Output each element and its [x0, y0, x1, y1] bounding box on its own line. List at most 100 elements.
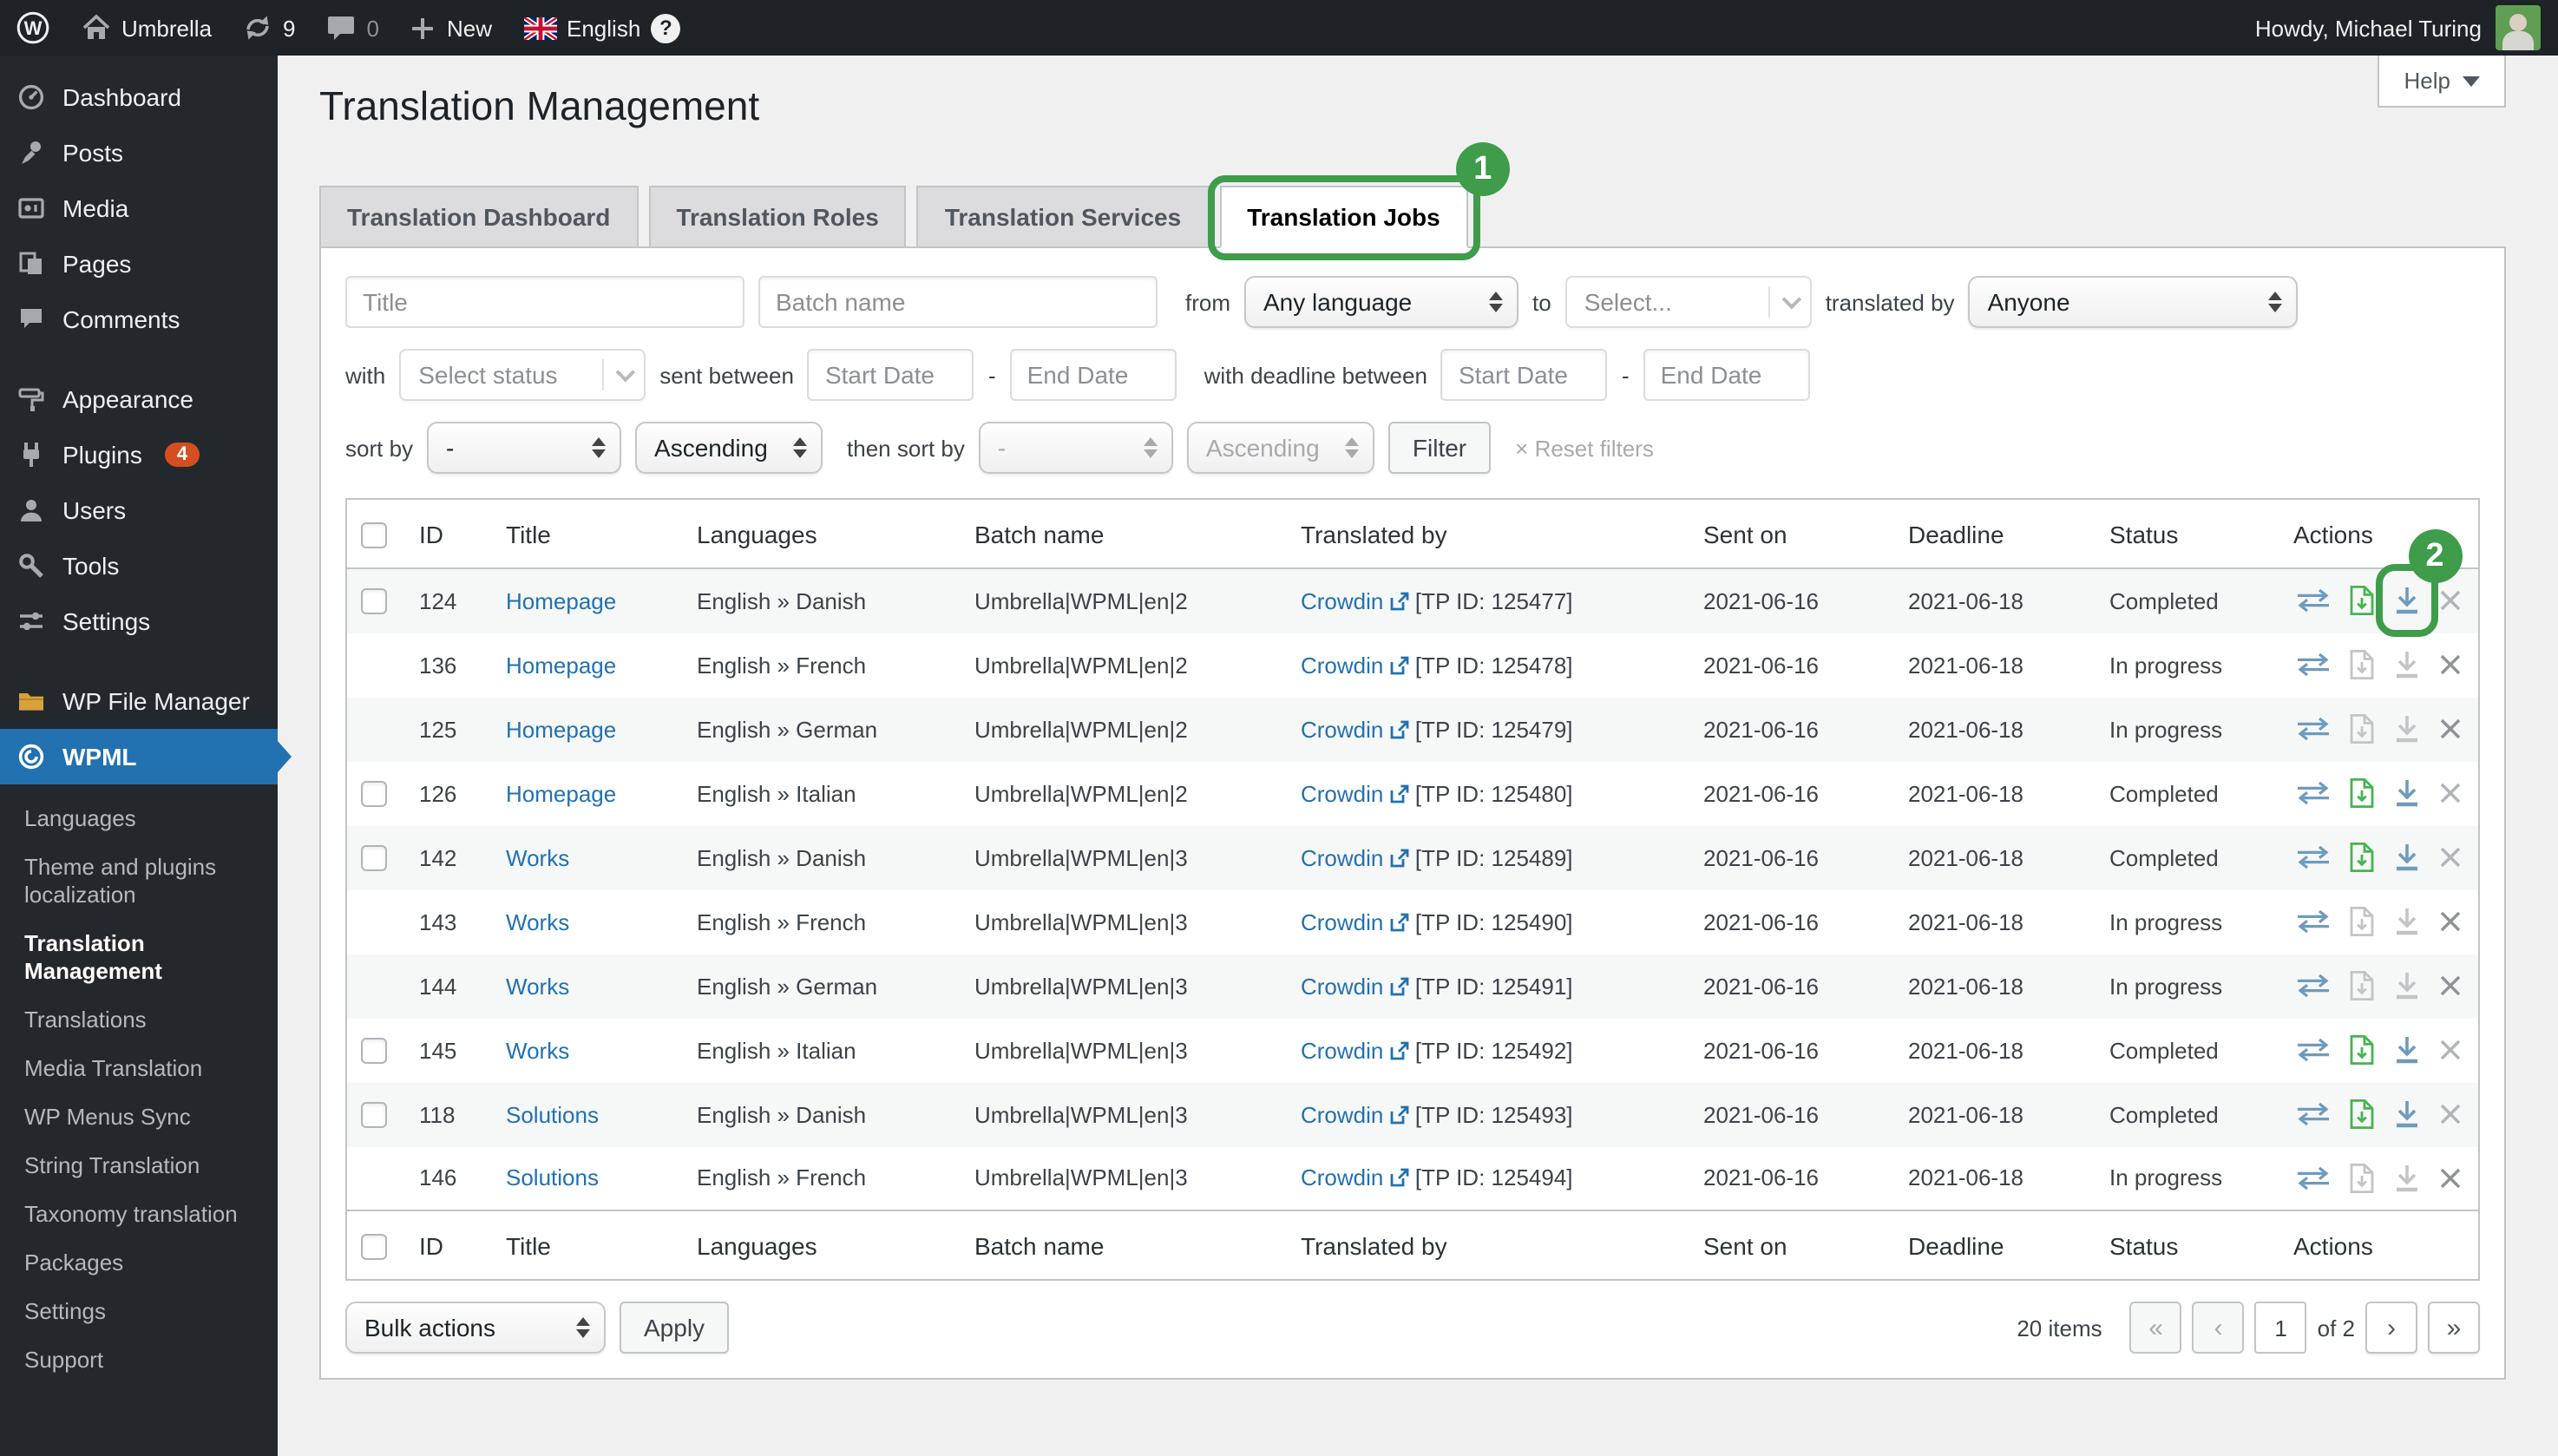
then-sort-by-select[interactable]: -	[979, 422, 1173, 474]
sidebar-item-users[interactable]: Users	[0, 482, 278, 538]
wordpress-logo-menu[interactable]: W	[0, 0, 66, 56]
download-xliff-icon[interactable]	[2347, 836, 2375, 878]
sidebar-item-settings[interactable]: Settings	[0, 594, 278, 649]
download-xliff-icon[interactable]	[2347, 965, 2375, 1007]
download-translation-icon[interactable]: 2	[2391, 580, 2422, 622]
tab-translation-jobs[interactable]: Translation Jobs	[1219, 186, 1468, 248]
submenu-settings[interactable]: Settings	[0, 1288, 278, 1336]
col-header-batch-name[interactable]: Batch name	[961, 499, 1287, 568]
updates-menu[interactable]: 9	[227, 0, 311, 56]
col-header-status[interactable]: Status	[2096, 499, 2279, 568]
sync-status-icon[interactable]	[2293, 1093, 2332, 1135]
download-xliff-icon[interactable]	[2347, 772, 2375, 814]
then-sort-order-select[interactable]: Ascending	[1187, 422, 1374, 474]
translator-link[interactable]: Crowdin	[1301, 652, 1383, 678]
cancel-job-icon[interactable]	[2437, 1158, 2464, 1199]
prev-page-button[interactable]: ‹	[2193, 1302, 2245, 1354]
translator-link[interactable]: Crowdin	[1301, 588, 1383, 614]
sync-status-icon[interactable]	[2293, 772, 2332, 814]
current-page-input[interactable]	[2255, 1302, 2307, 1354]
col-header-sent-on[interactable]: Sent on	[1689, 499, 1894, 568]
sidebar-item-pages[interactable]: Pages	[0, 236, 278, 292]
job-title-link[interactable]: Works	[506, 973, 569, 999]
sort-by-select[interactable]: -	[427, 422, 621, 474]
tab-translation-roles[interactable]: Translation Roles	[648, 186, 906, 248]
sort-order-select[interactable]: Ascending	[635, 422, 823, 474]
col-header-languages[interactable]: Languages	[683, 499, 961, 568]
cancel-job-icon[interactable]	[2437, 1093, 2464, 1135]
sync-status-icon[interactable]	[2293, 836, 2332, 878]
language-switcher-menu[interactable]: English ?	[508, 0, 696, 56]
download-xliff-icon[interactable]	[2347, 708, 2375, 750]
translator-link[interactable]: Crowdin	[1301, 1037, 1383, 1063]
job-title-link[interactable]: Homepage	[506, 652, 616, 678]
first-page-button[interactable]: «	[2130, 1302, 2182, 1354]
submenu-translations[interactable]: Translations	[0, 996, 278, 1045]
sidebar-item-plugins[interactable]: Plugins 4	[0, 427, 278, 482]
submenu-theme-plugins-localization[interactable]: Theme and plugins localization	[0, 843, 278, 920]
select-all-checkbox[interactable]	[361, 522, 387, 548]
translator-link[interactable]: Crowdin	[1301, 1165, 1383, 1191]
status-select[interactable]: Select status	[399, 349, 646, 401]
col-header-deadline[interactable]: Deadline	[1894, 499, 2096, 568]
sync-status-icon[interactable]	[2293, 580, 2332, 622]
row-checkbox[interactable]	[361, 1038, 387, 1064]
download-translation-icon[interactable]	[2391, 836, 2422, 878]
row-checkbox[interactable]	[361, 589, 387, 615]
sync-status-icon[interactable]	[2293, 1029, 2332, 1071]
cancel-job-icon[interactable]	[2437, 836, 2464, 878]
submenu-languages[interactable]: Languages	[0, 795, 278, 843]
translator-link[interactable]: Crowdin	[1301, 716, 1383, 742]
tab-translation-dashboard[interactable]: Translation Dashboard	[319, 186, 638, 248]
translated-by-select[interactable]: Anyone	[1969, 276, 2299, 328]
download-translation-icon[interactable]	[2391, 965, 2422, 1007]
last-page-button[interactable]: »	[2428, 1302, 2480, 1354]
new-content-menu[interactable]: New	[395, 0, 508, 56]
download-translation-icon[interactable]	[2391, 1029, 2422, 1071]
select-all-checkbox-bottom[interactable]	[361, 1234, 387, 1260]
submenu-support[interactable]: Support	[0, 1336, 278, 1385]
download-translation-icon[interactable]	[2391, 772, 2422, 814]
job-title-link[interactable]: Homepage	[506, 780, 616, 806]
cancel-job-icon[interactable]	[2437, 901, 2464, 942]
col-header-id[interactable]: ID	[405, 499, 492, 568]
download-translation-icon[interactable]	[2391, 644, 2422, 685]
row-checkbox[interactable]	[361, 845, 387, 871]
sync-status-icon[interactable]	[2293, 965, 2332, 1007]
sent-start-date-input[interactable]	[808, 349, 974, 401]
col-header-title[interactable]: Title	[492, 499, 683, 568]
sidebar-item-wpml[interactable]: WPML	[0, 729, 278, 784]
translator-link[interactable]: Crowdin	[1301, 844, 1383, 870]
row-checkbox[interactable]	[361, 781, 387, 807]
user-avatar[interactable]	[2496, 5, 2541, 50]
sidebar-item-appearance[interactable]: Appearance	[0, 371, 278, 427]
download-translation-icon[interactable]	[2391, 1158, 2422, 1199]
download-xliff-icon[interactable]	[2347, 901, 2375, 942]
sync-status-icon[interactable]	[2293, 644, 2332, 685]
submenu-media-translation[interactable]: Media Translation	[0, 1045, 278, 1093]
sync-status-icon[interactable]	[2293, 708, 2332, 750]
download-translation-icon[interactable]	[2391, 1093, 2422, 1135]
sent-end-date-input[interactable]	[1010, 349, 1177, 401]
deadline-end-date-input[interactable]	[1643, 349, 1810, 401]
job-title-link[interactable]: Works	[506, 1037, 569, 1063]
submenu-translation-management[interactable]: Translation Management	[0, 920, 278, 996]
howdy-text[interactable]: Howdy, Michael Turing	[2255, 15, 2482, 41]
submenu-wp-menus-sync[interactable]: WP Menus Sync	[0, 1093, 278, 1142]
job-title-link[interactable]: Homepage	[506, 716, 616, 742]
cancel-job-icon[interactable]	[2437, 708, 2464, 750]
col-header-translated-by[interactable]: Translated by	[1287, 499, 1689, 568]
to-language-select[interactable]: Select...	[1565, 276, 1812, 328]
job-title-link[interactable]: Works	[506, 908, 569, 935]
help-question-icon[interactable]: ?	[651, 13, 680, 43]
download-translation-icon[interactable]	[2391, 901, 2422, 942]
deadline-start-date-input[interactable]	[1441, 349, 1608, 401]
download-xliff-icon[interactable]	[2347, 1093, 2375, 1135]
translator-link[interactable]: Crowdin	[1301, 973, 1383, 999]
help-button[interactable]: Help	[2378, 56, 2507, 108]
tab-translation-services[interactable]: Translation Services	[917, 186, 1209, 248]
submenu-packages[interactable]: Packages	[0, 1239, 278, 1288]
download-translation-icon[interactable]	[2391, 708, 2422, 750]
title-filter-input[interactable]	[345, 276, 744, 328]
cancel-job-icon[interactable]	[2437, 965, 2464, 1007]
